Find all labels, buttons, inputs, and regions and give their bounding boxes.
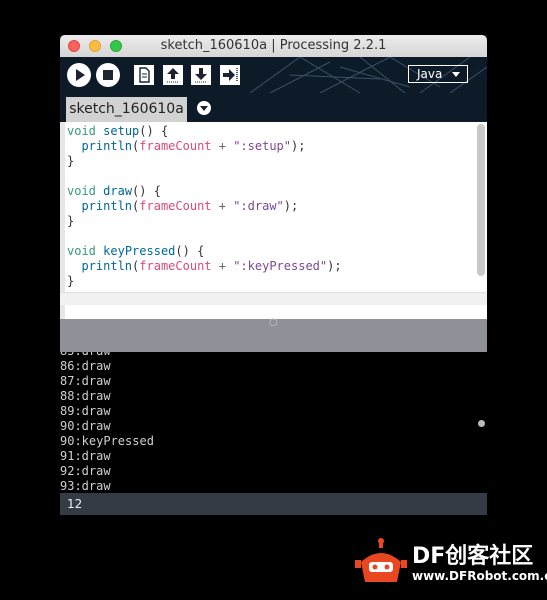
stop-button[interactable] [96, 63, 120, 87]
code-token: void [67, 244, 96, 258]
tab-bar: sketch_160610a [60, 93, 487, 122]
console-scrollbar[interactable] [478, 420, 485, 427]
code-line: void setup() { [67, 124, 342, 139]
tab-sketch[interactable]: sketch_160610a [66, 97, 187, 122]
brand-text: DF创客社区 [412, 544, 534, 569]
line-number: 12 [67, 497, 83, 511]
processing-window: sketch_160610a | Processing 2.2.1 Java s… [60, 35, 487, 515]
console-line: 93:draw [60, 479, 111, 493]
code-token: println [81, 259, 133, 273]
code-token: void [67, 184, 96, 198]
toolbar: Java [60, 57, 487, 93]
code-token: setup [103, 124, 140, 138]
console-line: 90:keyPressed [60, 434, 154, 448]
code-text[interactable]: void setup() { println(frameCount + ":se… [67, 124, 342, 289]
code-token: } [67, 154, 75, 168]
brand-url: www.DFRobot.com.cn [412, 569, 547, 583]
status-bar: 12 [60, 493, 487, 515]
code-token: ":draw" [233, 199, 284, 213]
code-token: () { [132, 184, 161, 198]
code-token: } [67, 274, 75, 288]
code-token: () { [175, 244, 205, 258]
open-sketch-button[interactable] [163, 65, 183, 85]
code-token: keyPressed [103, 244, 176, 258]
code-token: ":setup" [233, 139, 291, 153]
console-line: 91:draw [60, 449, 111, 463]
code-token: frameCount [139, 259, 212, 273]
window-title: sketch_160610a | Processing 2.2.1 [160, 38, 387, 53]
tab-menu-button[interactable] [197, 101, 211, 115]
console-line: 85:draw [60, 352, 154, 359]
title-bar[interactable]: sketch_160610a | Processing 2.2.1 [60, 35, 487, 57]
save-arrow-down-icon [195, 68, 207, 83]
editor-scrollbar[interactable] [477, 124, 485, 276]
console-line: 87:draw [60, 374, 111, 388]
robot-logo-icon [355, 538, 407, 582]
code-editor[interactable]: void setup() { println(frameCount + ":se… [60, 122, 487, 319]
code-token: () { [139, 124, 169, 138]
message-area[interactable]: ○ [60, 317, 487, 352]
code-token: } [67, 214, 75, 228]
dfrobot-watermark: DF创客社区 www.DFRobot.com.cn [355, 538, 547, 596]
console-line: 89:draw [60, 404, 111, 418]
console[interactable]: 85:draw86:draw87:draw88:draw89:draw90:dr… [60, 352, 487, 493]
save-sketch-button[interactable] [191, 65, 211, 85]
code-token: void [67, 124, 96, 138]
resize-handle-icon[interactable]: ○ [269, 317, 278, 328]
code-line: println(frameCount + ":draw"); [67, 199, 342, 214]
mode-label: Java [417, 67, 443, 81]
mode-selector[interactable]: Java [408, 65, 468, 83]
code-token: ); [291, 139, 306, 153]
code-line: println(frameCount + ":keyPressed"); [67, 259, 342, 274]
console-line: 92:draw [60, 464, 111, 478]
console-line: 88:draw [60, 389, 111, 403]
code-line: void draw() { [67, 184, 342, 199]
code-token: + [211, 139, 234, 153]
export-icon [223, 68, 238, 82]
open-arrow-up-icon [167, 68, 179, 83]
console-output: 85:draw86:draw87:draw88:draw89:draw90:dr… [60, 352, 154, 493]
export-button[interactable] [220, 65, 240, 85]
console-line: 90:draw [60, 419, 111, 433]
code-line: } [67, 214, 342, 229]
code-token: frameCount [139, 199, 212, 213]
code-line: } [67, 274, 342, 289]
code-token: + [211, 199, 234, 213]
code-token: println [81, 139, 133, 153]
code-token: + [211, 259, 234, 273]
code-token: draw [103, 184, 133, 198]
code-token: ); [283, 199, 299, 213]
code-token: frameCount [139, 139, 212, 153]
run-button[interactable] [67, 63, 91, 87]
code-line: } [67, 154, 342, 169]
console-line: 86:draw [60, 359, 111, 373]
code-token: println [81, 199, 133, 213]
editor-horizontal-scroll[interactable] [60, 292, 487, 305]
code-token: ":keyPressed" [233, 259, 328, 273]
editor-gutter [60, 122, 65, 319]
new-file-icon [139, 67, 150, 83]
code-token: ); [327, 259, 342, 273]
chevron-down-icon [452, 72, 460, 77]
new-sketch-button[interactable] [134, 65, 154, 85]
code-line: println(frameCount + ":setup"); [67, 139, 342, 154]
code-line: void keyPressed() { [67, 244, 342, 259]
